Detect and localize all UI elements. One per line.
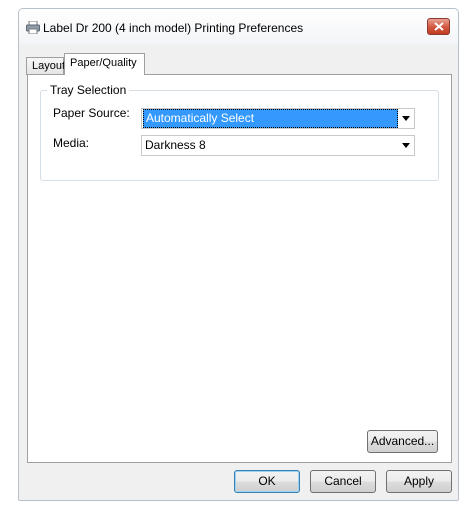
printing-preferences-dialog: Label Dr 200 (4 inch model) Printing Pre…	[18, 8, 459, 501]
tab-paper-quality[interactable]: Paper/Quality	[64, 53, 145, 75]
window-title: Label Dr 200 (4 inch model) Printing Pre…	[43, 21, 304, 35]
title-bar: Label Dr 200 (4 inch model) Printing Pre…	[19, 9, 458, 45]
tray-selection-group: Tray Selection Paper Source: Automatical…	[40, 83, 439, 181]
printer-icon	[26, 20, 40, 35]
tab-paper-quality-label: Paper/Quality	[70, 57, 137, 69]
close-button[interactable]	[427, 18, 450, 35]
tray-selection-legend: Tray Selection	[47, 83, 130, 97]
paper-source-select[interactable]: Automatically Select	[141, 108, 415, 129]
tab-strip: Layout Paper/Quality	[19, 53, 458, 75]
tab-layout[interactable]: Layout	[26, 57, 66, 75]
apply-button[interactable]: Apply	[386, 470, 452, 493]
tab-layout-label: Layout	[32, 60, 66, 72]
paper-source-value: Automatically Select	[143, 109, 398, 128]
paper-source-label: Paper Source:	[53, 106, 130, 120]
ok-button[interactable]: OK	[234, 470, 300, 493]
close-icon	[434, 22, 444, 31]
media-select[interactable]: Darkness 8	[141, 135, 415, 156]
advanced-button[interactable]: Advanced...	[367, 430, 438, 453]
cancel-button[interactable]: Cancel	[310, 470, 376, 493]
media-value: Darkness 8	[145, 138, 206, 152]
chevron-down-icon	[402, 143, 410, 148]
media-label: Media:	[53, 136, 90, 150]
paper-quality-panel: Tray Selection Paper Source: Automatical…	[27, 74, 452, 463]
chevron-down-icon	[402, 116, 410, 121]
